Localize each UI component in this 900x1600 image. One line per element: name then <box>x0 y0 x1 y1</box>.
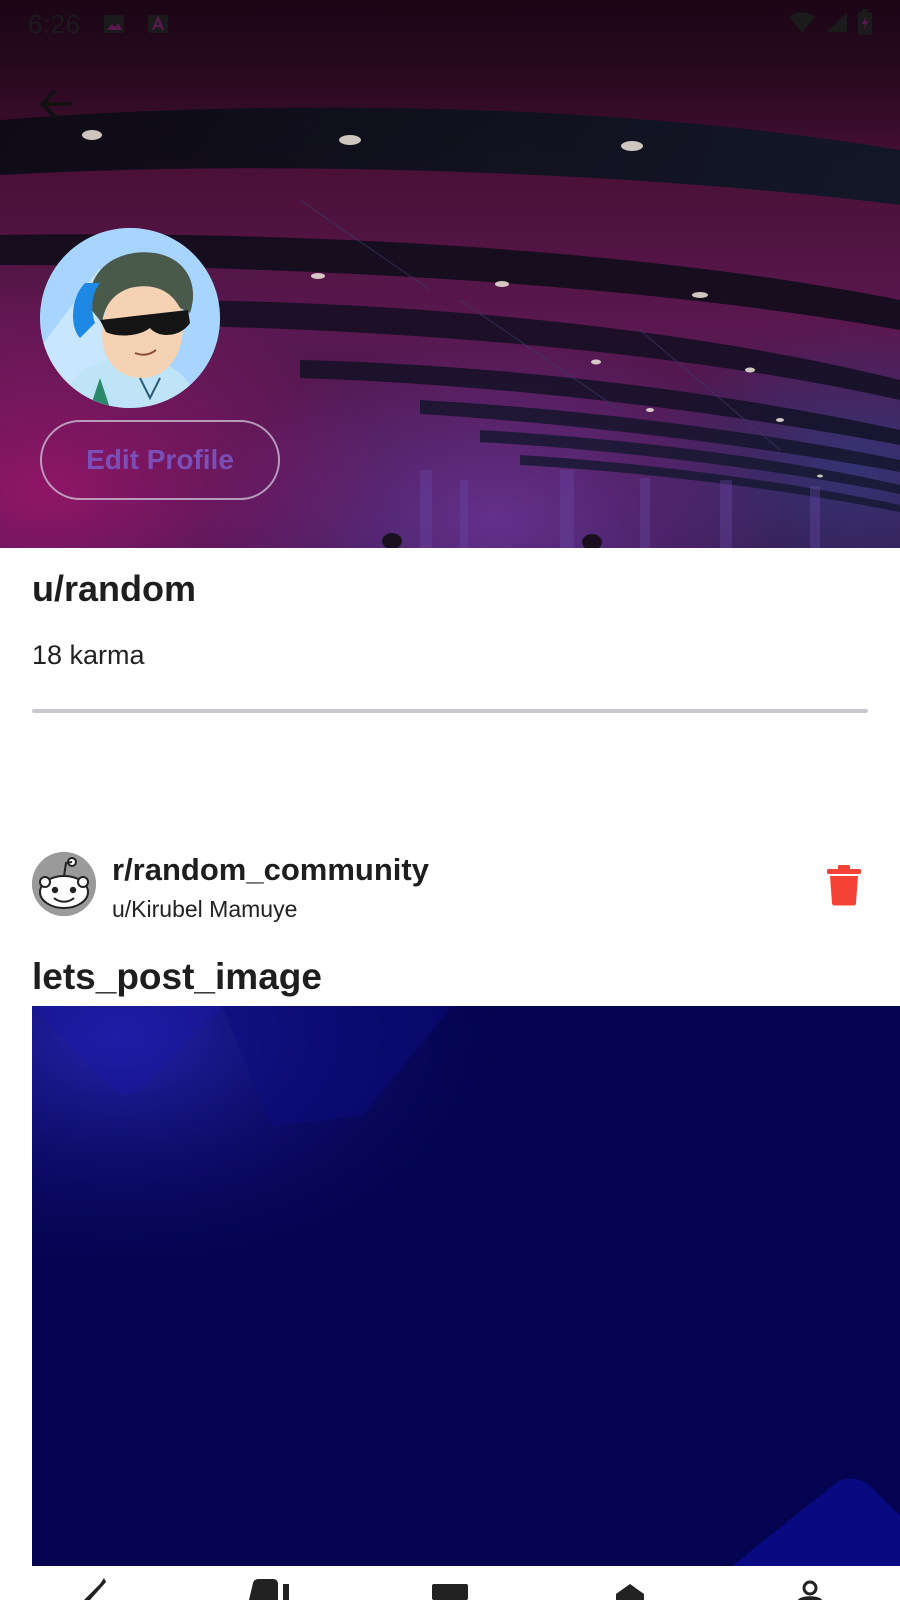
reddit-alien-icon <box>32 852 96 916</box>
post-image[interactable] <box>32 1006 900 1566</box>
profile-icon <box>798 1580 822 1600</box>
chat-icon <box>249 1579 289 1600</box>
image-icon <box>103 13 125 35</box>
nav-inbox[interactable] <box>420 1578 480 1600</box>
profile-karma: 18 karma <box>32 640 145 670</box>
community-avatar[interactable] <box>32 852 96 916</box>
inbox-icon <box>432 1584 468 1600</box>
section-divider <box>32 709 868 713</box>
bottom-navigation <box>0 1578 900 1600</box>
back-button[interactable] <box>34 82 78 126</box>
wifi-icon <box>788 10 816 39</box>
status-time: 6:26 <box>28 8 81 39</box>
home-icon <box>616 1584 644 1600</box>
delete-post-button[interactable] <box>826 864 862 906</box>
text-a-icon <box>147 13 169 35</box>
post-title: lets_post_image <box>32 956 322 997</box>
arrow-back-icon <box>40 90 72 118</box>
nav-create[interactable] <box>60 1578 120 1600</box>
nav-chat[interactable] <box>240 1578 300 1600</box>
avatar-illustration <box>40 228 220 408</box>
profile-screen: 6:26 Edit Profile u/random 18 karma r/ra… <box>0 0 900 1600</box>
profile-username: u/random <box>32 568 197 609</box>
status-bar: 6:26 <box>0 0 900 48</box>
post-image-graphic <box>32 1006 900 1566</box>
cellular-icon <box>826 10 848 39</box>
battery-icon <box>858 8 872 40</box>
edit-icon <box>84 1578 106 1600</box>
post-author[interactable]: u/Kirubel Mamuye <box>112 896 297 923</box>
post-community-name[interactable]: r/random_community <box>112 852 429 888</box>
post-header: r/random_community u/Kirubel Mamuye <box>32 852 872 922</box>
profile-avatar[interactable] <box>40 228 220 408</box>
edit-profile-button[interactable]: Edit Profile <box>40 420 280 500</box>
nav-profile[interactable] <box>780 1578 840 1600</box>
trash-icon <box>827 865 861 906</box>
nav-home[interactable] <box>600 1578 660 1600</box>
